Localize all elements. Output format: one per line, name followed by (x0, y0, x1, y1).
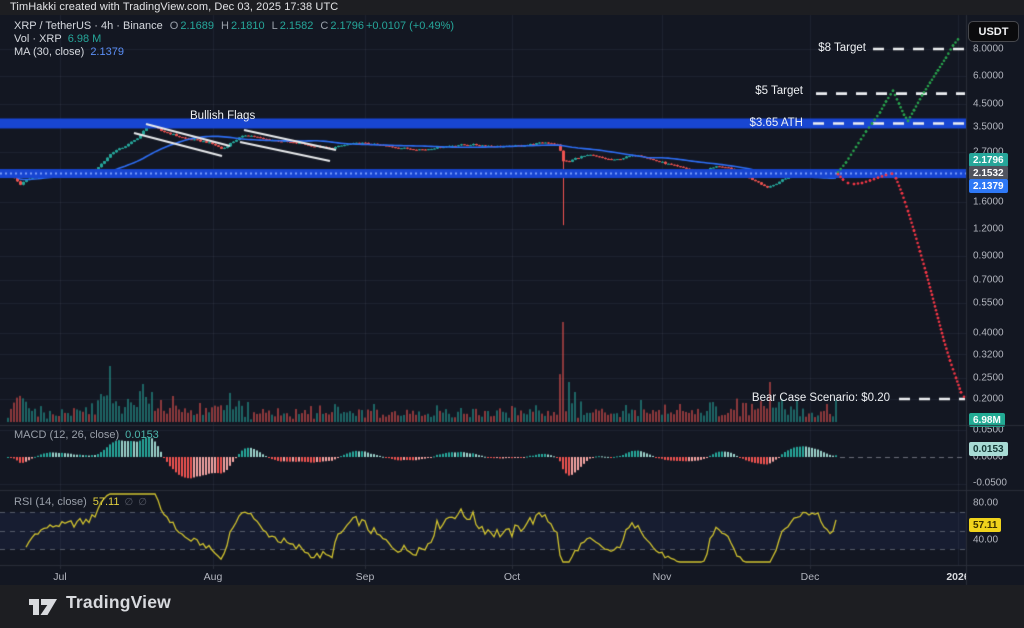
volume-label[interactable]: Vol · XRP (14, 33, 62, 45)
tradingview-logo-icon (28, 594, 58, 620)
month-label: Sep (356, 571, 375, 583)
month-label: Oct (504, 571, 520, 583)
month-label: Jul (53, 571, 66, 583)
macd-legend: MACD (12, 26, close) 0.0153 (14, 429, 159, 441)
year-label: 2026 (946, 571, 966, 583)
tradingview-brand-text: TradingView (66, 592, 171, 613)
change-value: +0.0107 (+0.49%) (366, 20, 454, 32)
snapshot-frame: TimHakki created with TradingView.com, D… (0, 0, 1024, 628)
macd-label[interactable]: MACD (12, 26, close) (14, 429, 119, 441)
bullish-flags-label: Bullish Flags (190, 110, 255, 122)
ohlc-close-value: 2.1796 (330, 20, 364, 32)
legend-row-symbol: XRP / TetherUS · 4h · BinanceO2.1689H2.1… (14, 20, 454, 33)
time-axis[interactable]: Jul Aug Sep Oct Nov Dec 2026 (0, 565, 966, 585)
rsi-legend: RSI (14, close) 57.11 ∅ ∅ (14, 496, 147, 508)
target8-label: $8 Target (818, 42, 866, 54)
chart-canvas[interactable] (0, 0, 1024, 628)
month-label: Aug (204, 571, 223, 583)
legend-row-ma: MA (30, close) 2.1379 (14, 46, 454, 59)
ma-value: 2.1379 (90, 46, 124, 58)
hide-icon: ∅ (124, 497, 133, 508)
target5-label: $5 Target (755, 85, 803, 97)
ohlc-high-key: H (221, 20, 229, 32)
month-label: Nov (653, 571, 672, 583)
bear-case-label: Bear Case Scenario: $0.20 (752, 392, 890, 404)
symbol-title[interactable]: XRP / TetherUS · 4h · Binance (14, 20, 163, 32)
ohlc-low-value: 2.1582 (280, 20, 314, 32)
symbol-legend: XRP / TetherUS · 4h · BinanceO2.1689H2.1… (14, 20, 454, 59)
ohlc-open-value: 2.1689 (180, 20, 214, 32)
ohlc-high-value: 2.1810 (231, 20, 265, 32)
ma-label[interactable]: MA (30, close) (14, 46, 84, 58)
footer-bar: TradingView (0, 585, 1024, 628)
ohlc-close-key: C (320, 20, 328, 32)
attribution-text: TimHakki created with TradingView.com, D… (10, 1, 338, 15)
ohlc-open-key: O (170, 20, 179, 32)
rsi-label[interactable]: RSI (14, close) (14, 496, 87, 508)
legend-row-volume: Vol · XRP 6.98 M (14, 33, 454, 46)
hide-icon: ∅ (138, 497, 147, 508)
volume-value: 6.98 M (68, 33, 102, 45)
month-label: Dec (801, 571, 820, 583)
macd-value: 0.0153 (125, 429, 159, 441)
rsi-value: 57.11 (93, 496, 120, 508)
ohlc-low-key: L (272, 20, 278, 32)
ath-label: $3.65 ATH (750, 117, 804, 129)
currency-toggle-button[interactable]: USDT (968, 21, 1019, 42)
